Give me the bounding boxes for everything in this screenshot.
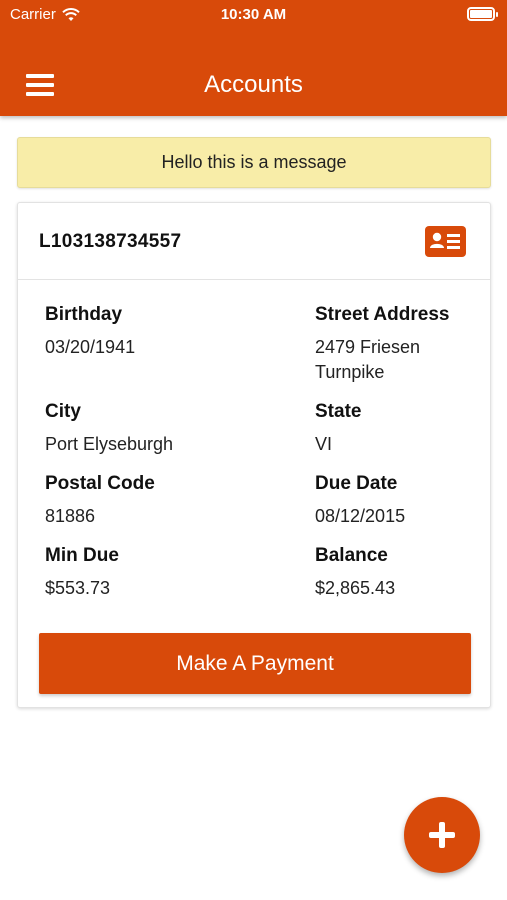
field-city: City Port Elyseburgh (45, 400, 245, 457)
status-bar: Carrier 10:30 AM (0, 0, 507, 32)
field-value: $553.73 (45, 578, 111, 598)
field-label: Street Address (315, 304, 450, 325)
banner-message: Hello this is a message (161, 152, 347, 172)
field-label: Min Due (45, 545, 119, 566)
field-birthday: Birthday 03/20/1941 (45, 303, 245, 360)
account-card: L103138734557 Birthday 03/20/1941 Street… (17, 202, 491, 708)
battery-icon (467, 7, 498, 21)
field-street-address: Street Address 2479 Friesen Turnpike (315, 303, 475, 385)
app-header: Carrier 10:30 AM Accounts (0, 0, 507, 116)
field-value: Port Elyseburgh (45, 434, 174, 454)
status-time: 10:30 AM (220, 6, 287, 23)
field-label: City (45, 401, 81, 422)
field-value: $2,865.43 (315, 578, 396, 598)
field-value: 2479 Friesen Turnpike (315, 337, 421, 382)
field-min-due: Min Due $553.73 (45, 544, 245, 601)
field-label: State (315, 401, 362, 422)
field-value: 08/12/2015 (315, 506, 406, 526)
page-title: Accounts (204, 71, 303, 98)
field-label: Postal Code (45, 473, 155, 494)
field-due-date: Due Date 08/12/2015 (315, 472, 475, 529)
id-card-glyph (430, 232, 460, 249)
field-state: State VI (315, 400, 475, 457)
message-banner: Hello this is a message (17, 137, 491, 188)
account-card-header: L103138734557 (18, 203, 490, 280)
field-value: 81886 (45, 506, 96, 526)
field-value: 03/20/1941 (45, 337, 136, 357)
field-label: Balance (315, 545, 388, 566)
field-label: Birthday (45, 304, 123, 325)
field-label: Due Date (315, 473, 398, 494)
field-value: VI (315, 434, 333, 454)
make-payment-button[interactable]: Make A Payment (39, 633, 471, 694)
plus-icon (439, 822, 445, 848)
account-number: L103138734557 (39, 231, 182, 252)
add-fab-button[interactable] (404, 797, 480, 873)
field-postal-code: Postal Code 81886 (45, 472, 245, 529)
field-balance: Balance $2,865.43 (315, 544, 475, 601)
id-card-icon[interactable] (425, 226, 466, 257)
